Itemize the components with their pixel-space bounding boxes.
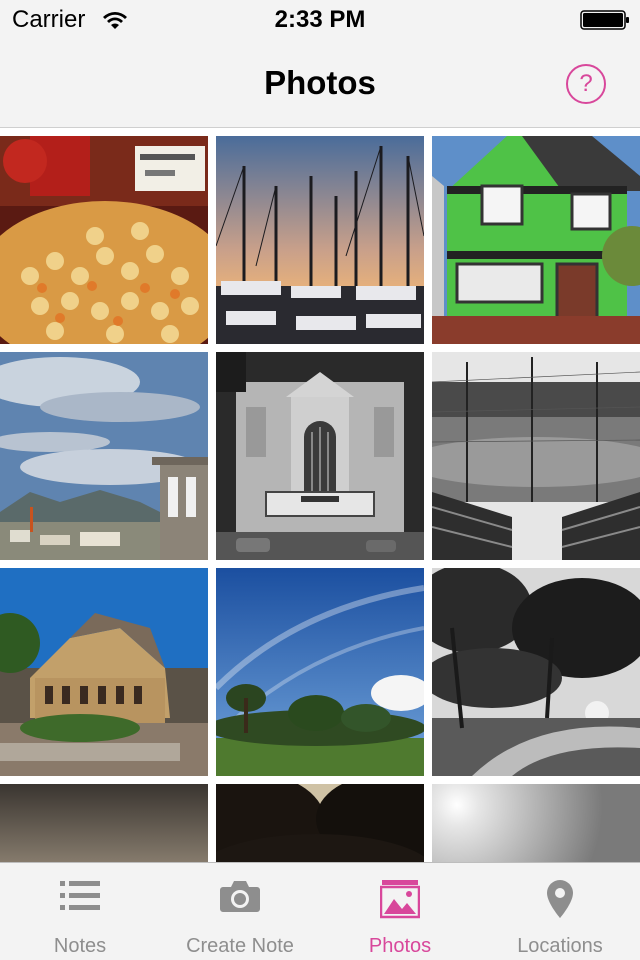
photo-thumbnail[interactable]: [432, 352, 640, 560]
photo-thumbnail[interactable]: [0, 784, 208, 862]
photo-thumbnail[interactable]: [216, 784, 424, 862]
list-icon: [60, 881, 100, 910]
photo-thumbnail[interactable]: [216, 568, 424, 776]
photo-thumbnail[interactable]: [216, 352, 424, 560]
tab-label: Photos: [368, 935, 432, 957]
photo-thumbnail[interactable]: [0, 352, 208, 560]
tab-bar: Notes Create Note Photos Locations: [0, 862, 640, 960]
tab-photos[interactable]: Photos: [320, 863, 480, 960]
tab-create-note[interactable]: Create Note: [160, 863, 320, 960]
location-pin-icon: [547, 880, 573, 918]
help-icon: ?: [579, 70, 593, 97]
navigation-bar: Photos ?: [0, 40, 640, 128]
battery-icon: [580, 10, 629, 30]
photo-thumbnail[interactable]: [432, 136, 640, 344]
photo-thumbnail[interactable]: [0, 568, 208, 776]
help-button[interactable]: ?: [566, 64, 606, 104]
tab-label: Notes: [53, 935, 107, 957]
tab-label: Create Note: [186, 935, 294, 957]
status-bar: Carrier 2:33 PM: [0, 0, 640, 40]
page-title: Photos: [264, 64, 376, 101]
photo-thumbnail[interactable]: [432, 784, 640, 862]
camera-icon: [220, 881, 260, 912]
clock: 2:33 PM: [274, 6, 366, 33]
tab-locations[interactable]: Locations: [480, 863, 640, 960]
tab-notes[interactable]: Notes: [0, 863, 160, 960]
photos-icon: [379, 880, 421, 919]
photo-thumbnail[interactable]: [0, 136, 208, 344]
photo-thumbnail[interactable]: [432, 568, 640, 776]
tab-label: Locations: [517, 935, 603, 957]
photo-grid[interactable]: [0, 136, 640, 862]
photo-thumbnail[interactable]: [216, 136, 424, 344]
